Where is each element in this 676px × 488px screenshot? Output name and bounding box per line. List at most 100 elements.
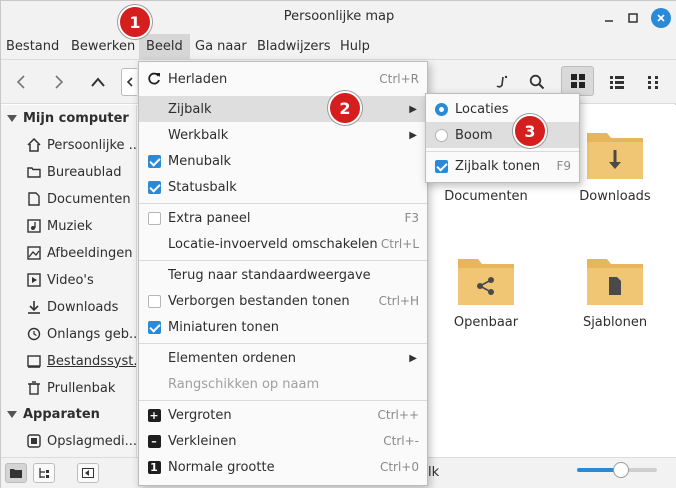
folder-icon [27,165,41,179]
status-text: lk [428,465,440,480]
menu-item-verkleinen[interactable]: – Verkleinen Ctrl+- [139,428,427,454]
zijbalk-tonen-checkbox[interactable] [434,159,448,173]
sidebar-item-videos[interactable]: Video's [27,268,94,292]
menu-item-extra-paneel[interactable]: Extra paneel F3 [139,205,427,231]
menu-bewerken[interactable]: Bewerken [71,39,135,54]
submenu-item-zijbalk-tonen[interactable]: Zijbalk tonen F9 [426,153,579,179]
miniaturen-checkbox[interactable] [147,320,161,334]
sidebar-section-computer[interactable]: Mijn computer [7,111,129,126]
sidebar-section-devices[interactable]: Apparaten [7,407,100,422]
compact-icon [648,76,658,89]
toggle-sidebar-button[interactable] [77,463,99,483]
places-sidebar-button[interactable] [5,463,27,483]
locaties-radio[interactable] [434,102,448,116]
menu-item-verborgen-bestanden[interactable]: Verborgen bestanden tonen Ctrl+H [139,288,427,314]
tree-icon [39,468,49,478]
menu-bestand[interactable]: Bestand [6,39,59,54]
search-icon [529,74,545,90]
menu-separator [139,343,427,344]
sidebar-item-filesystem[interactable]: Bestandssyst... [27,349,136,373]
sidebar-toggle-icon [82,468,94,478]
music-icon [27,219,41,233]
extra-paneel-checkbox[interactable] [147,211,161,225]
video-icon [27,273,41,287]
folder-sjablonen[interactable]: Sjablonen [560,251,670,330]
icon-view-button[interactable] [561,66,594,96]
chevron-right-icon [55,75,64,89]
menu-ga-naar[interactable]: Ga naar [195,39,247,54]
triangle-right-icon: ▶ [409,352,417,364]
chevron-left-icon [126,77,133,87]
list-icon [610,76,624,89]
title-bar: Persoonlijke map [1,1,676,34]
sidebar-item-home[interactable]: Persoonlijke ... [27,133,136,157]
folder-icon [10,469,22,478]
sidebar-item-storage[interactable]: Opslagmedi... [27,429,136,453]
drive-icon [27,434,41,448]
view-menu: Herladen Ctrl+R Zijbalk ▶ Werkbalk ▶ Men… [138,61,428,486]
statusbalk-checkbox[interactable] [147,180,161,194]
menu-item-standaardweergave[interactable]: Terug naar standaardweergave [139,262,427,288]
sidebar-item-music[interactable]: Muziek [27,214,92,238]
menu-item-zijbalk[interactable]: Zijbalk ▶ [139,96,427,122]
close-icon [657,14,665,22]
menu-item-locatie-invoerveld[interactable]: Locatie-invoerveld omschakelen Ctrl+L [139,231,427,257]
forward-button[interactable] [44,68,74,96]
menu-item-miniaturen[interactable]: Miniaturen tonen [139,314,427,340]
minimize-icon [605,20,613,22]
menu-item-rangschikken: Rangschikken op naam [168,376,320,392]
download-folder-icon [585,125,645,181]
minimize-button[interactable] [599,8,619,28]
menu-beeld[interactable]: Beeld [139,34,190,60]
menu-item-werkbalk[interactable]: Werkbalk ▶ [139,122,427,148]
sidebar-item-downloads[interactable]: Downloads [27,295,118,319]
sidebar-item-trash[interactable]: Prullenbak [27,376,115,400]
menu-bar: Bestand Bewerken Beeld Ga naar Bladwijze… [1,34,676,60]
maximize-button[interactable] [623,8,643,28]
zoom-slider-knob[interactable] [613,462,629,478]
home-icon [27,138,41,152]
sidebar-item-pictures[interactable]: Afbeeldingen [27,241,132,265]
search-button[interactable] [522,68,552,96]
menu-separator [139,203,427,204]
sidebar-item-documents[interactable]: Documenten [27,187,131,211]
sidebar-item-recent[interactable]: Onlangs geb... [27,322,136,346]
tree-sidebar-button[interactable] [33,463,55,483]
submenu-item-boom[interactable]: Boom [426,122,579,148]
menu-hulp[interactable]: Hulp [340,39,370,54]
open-terminal-button[interactable] [487,68,517,96]
menubalk-checkbox[interactable] [147,154,161,168]
history-icon [27,327,41,341]
menu-separator [139,400,427,401]
verborgen-checkbox[interactable] [147,294,161,308]
maximize-icon [628,13,638,23]
chevron-up-icon [91,77,105,87]
menu-item-statusbalk[interactable]: Statusbalk [139,174,427,200]
menu-item-vergroten[interactable]: + Vergroten Ctrl++ [139,402,427,428]
menu-separator [139,260,427,261]
submenu-item-locaties[interactable]: Locaties [426,96,579,122]
folder-openbaar[interactable]: Openbaar [431,251,541,330]
grid-icon [570,74,585,88]
triangle-right-icon: ▶ [409,103,417,115]
sidebar-item-desktop[interactable]: Bureaublad [27,160,122,184]
menu-bladwijzers[interactable]: Bladwijzers [257,39,331,54]
compact-view-button[interactable] [639,68,669,96]
menu-item-elementen-ordenen[interactable]: Elementen ordenen ▶ [139,345,427,371]
location-toggle-button[interactable] [121,68,137,96]
list-view-button[interactable] [602,68,632,96]
zoom-in-icon: + [147,408,161,422]
step-badge-1: 1 [118,5,152,39]
menu-item-herladen[interactable]: Herladen Ctrl+R [139,66,427,92]
chevron-left-icon [16,75,25,89]
trash-icon [27,381,41,395]
back-button[interactable] [6,68,36,96]
boom-radio[interactable] [434,128,448,142]
menu-item-menubalk[interactable]: Menubalk [139,148,427,174]
zoom-slider[interactable] [577,462,657,478]
menu-item-normale-grootte[interactable]: 1 Normale grootte Ctrl+0 [139,454,427,480]
close-button[interactable] [651,8,671,28]
zoom-out-icon: – [147,434,161,448]
up-button[interactable] [83,68,113,96]
sidebar: Mijn computer Persoonlijke ... Bureaubla… [1,105,137,457]
